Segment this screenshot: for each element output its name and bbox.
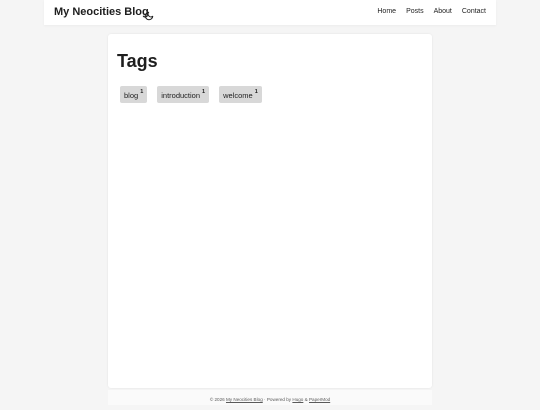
tag-blog[interactable]: blog 1: [120, 86, 148, 103]
moon-icon[interactable]: [144, 8, 154, 21]
site-footer: © 2026 My Neocities Blog · Powered by Hu…: [108, 390, 432, 405]
tag-label: welcome: [223, 91, 253, 100]
tag-label: blog: [124, 91, 139, 100]
footer-site-link[interactable]: My Neocities Blog: [226, 397, 263, 402]
tag-count: 1: [140, 89, 144, 95]
main-nav: Home Posts About Contact: [377, 8, 486, 15]
nav-home-link[interactable]: Home: [377, 8, 396, 15]
site-header: My Neocities Blog Home Posts About Conta…: [44, 0, 496, 25]
nav-about-link[interactable]: About: [434, 8, 452, 15]
copyright-text: © 2026: [209, 397, 225, 402]
page-title: Tags: [117, 51, 158, 71]
main-content: Tags blog 1 introduction 1 welcome 1: [108, 34, 432, 388]
tag-count: 1: [254, 89, 258, 95]
tag-list: blog 1 introduction 1 welcome 1: [120, 86, 262, 103]
tag-label: introduction: [161, 91, 201, 100]
tag-count: 1: [202, 89, 206, 95]
nav-posts-link[interactable]: Posts: [406, 8, 424, 15]
tag-welcome[interactable]: welcome 1: [219, 86, 262, 103]
powered-by-text: · Powered by: [262, 397, 293, 402]
nav-contact-link[interactable]: Contact: [462, 8, 486, 15]
papermod-link[interactable]: PaperMod: [309, 397, 330, 402]
hugo-link[interactable]: Hugo: [292, 397, 303, 402]
tag-introduction[interactable]: introduction 1: [157, 86, 210, 103]
site-title-link[interactable]: My Neocities Blog: [54, 6, 149, 18]
